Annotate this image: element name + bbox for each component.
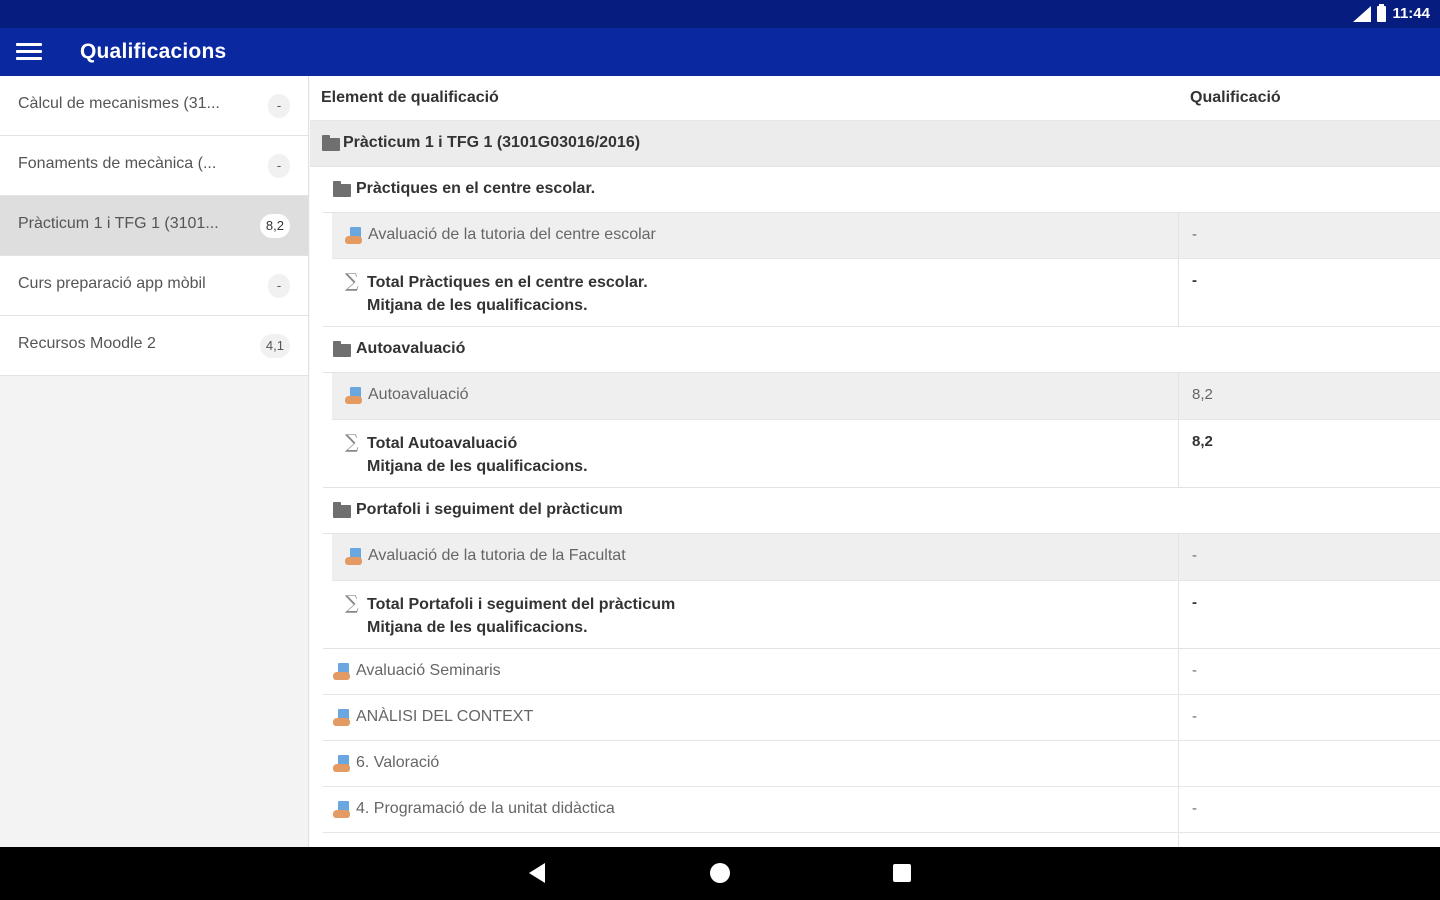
course-item[interactable]: Curs preparació app mòbil - [0, 256, 308, 316]
grade-item-row[interactable]: ANÀLISI DEL CONTEXT - [323, 695, 1440, 741]
page-title: Qualificacions [80, 40, 227, 63]
grade-item-row[interactable]: Avaluació Seminaris - [323, 649, 1440, 695]
grade-item-row-partial [323, 833, 1440, 847]
course-name: Pràcticum 1 i TFG 1 (3101... [18, 215, 219, 232]
category-name: Pràctiques en el centre escolar. [356, 180, 596, 197]
sum-icon: ∑ [345, 592, 359, 614]
grade-item-row[interactable]: 4. Programació de la unitat didàctica - [323, 787, 1440, 833]
category-name: Portafoli i seguiment del pràcticum [356, 501, 623, 518]
grade-item-name: Avaluació Seminaris [356, 662, 501, 679]
total-label: Total Portafoli i seguiment del pràcticu… [367, 596, 676, 636]
course-item-selected[interactable]: Pràcticum 1 i TFG 1 (3101... 8,2 [0, 196, 308, 256]
grade-item-name: Avaluació de la tutoria del centre escol… [368, 226, 656, 243]
grade-value: - [1192, 547, 1197, 564]
total-label: Total Pràctiques en el centre escolar. M… [367, 274, 648, 314]
table-header: Element de qualificació Qualificació [310, 76, 1440, 121]
assignment-icon [333, 801, 351, 819]
total-label: Total Autoavaluació Mitjana de les quali… [367, 435, 588, 475]
category-total-row: ∑ Total Pràctiques en el centre escolar.… [323, 259, 1440, 327]
folder-icon [333, 341, 351, 357]
grade-item-name: Avaluació de la tutoria de la Facultat [368, 547, 626, 564]
category-name: Autoavaluació [356, 340, 466, 357]
category-row: Pràctiques en el centre escolar. [323, 167, 1440, 213]
signal-icon [1353, 5, 1372, 22]
grade-value: 8,2 [1192, 386, 1213, 403]
system-nav-bar [0, 847, 1440, 900]
status-bar: 11:44 [0, 0, 1440, 28]
app-bar: Qualificacions [0, 28, 1440, 76]
grade-item-row[interactable]: Avaluació de la tutoria de la Facultat - [332, 534, 1440, 581]
status-time: 11:44 [1392, 5, 1430, 22]
grade-item-name: Autoavaluació [368, 386, 469, 403]
sum-icon: ∑ [345, 270, 359, 292]
course-grade-badge: 4,1 [259, 334, 290, 358]
folder-icon [322, 135, 340, 151]
grade-item-name: 4. Programació de la unitat didàctica [356, 800, 615, 817]
category-name: Pràcticum 1 i TFG 1 (3101G03016/2016) [343, 134, 641, 151]
grade-value: - [1192, 708, 1197, 725]
grade-value: 8,2 [1192, 433, 1213, 450]
category-total-row: ∑ Total Portafoli i seguiment del pràcti… [323, 581, 1440, 649]
grade-value: - [1192, 226, 1197, 243]
assignment-icon [333, 709, 351, 727]
course-list: Càlcul de mecanismes (31... - Fonaments … [0, 76, 309, 847]
column-header-grade: Qualificació [1190, 89, 1281, 106]
grades-table: Element de qualificació Qualificació Prà… [310, 76, 1440, 847]
assignment-icon [345, 227, 363, 245]
grade-value: - [1192, 800, 1197, 817]
category-total-row: ∑ Total Autoavaluació Mitjana de les qua… [323, 420, 1440, 488]
assignment-icon [345, 548, 363, 566]
category-row: Autoavaluació [323, 327, 1440, 373]
menu-icon[interactable] [16, 42, 42, 62]
grade-value: - [1192, 272, 1197, 289]
course-category-row: Pràcticum 1 i TFG 1 (3101G03016/2016) [310, 121, 1440, 167]
course-name: Càlcul de mecanismes (31... [18, 95, 220, 112]
course-name: Curs preparació app mòbil [18, 275, 206, 292]
status-icons: 11:44 [1353, 3, 1430, 22]
grade-item-row[interactable]: Avaluació de la tutoria del centre escol… [332, 213, 1440, 259]
course-item[interactable]: Càlcul de mecanismes (31... - [0, 76, 308, 136]
folder-icon [333, 502, 351, 518]
recent-apps-icon[interactable] [893, 864, 911, 882]
grade-item-row[interactable]: 6. Valoració [323, 741, 1440, 787]
back-icon[interactable] [529, 863, 545, 883]
course-item[interactable]: Fonaments de mecànica (... - [0, 136, 308, 196]
grade-item-name: ANÀLISI DEL CONTEXT [356, 708, 534, 725]
assignment-icon [333, 663, 351, 681]
course-item[interactable]: Recursos Moodle 2 4,1 [0, 316, 308, 376]
grade-value: - [1192, 594, 1197, 611]
course-grade-badge: - [268, 154, 290, 178]
course-grade-badge: 8,2 [259, 214, 290, 238]
assignment-icon [333, 755, 351, 773]
course-grade-badge: - [268, 94, 290, 118]
assignment-icon [345, 387, 363, 405]
category-row: Portafoli i seguiment del pràcticum [323, 488, 1440, 534]
home-icon[interactable] [710, 863, 730, 883]
grade-item-row[interactable]: Autoavaluació 8,2 [332, 373, 1440, 420]
column-header-element: Element de qualificació [321, 89, 499, 106]
grade-value: - [1192, 662, 1197, 679]
course-name: Recursos Moodle 2 [18, 335, 156, 352]
battery-icon [1377, 3, 1387, 22]
sum-icon: ∑ [345, 431, 359, 453]
course-name: Fonaments de mecànica (... [18, 155, 217, 172]
grade-item-name: 6. Valoració [356, 754, 440, 771]
folder-icon [333, 181, 351, 197]
course-grade-badge: - [268, 274, 290, 298]
